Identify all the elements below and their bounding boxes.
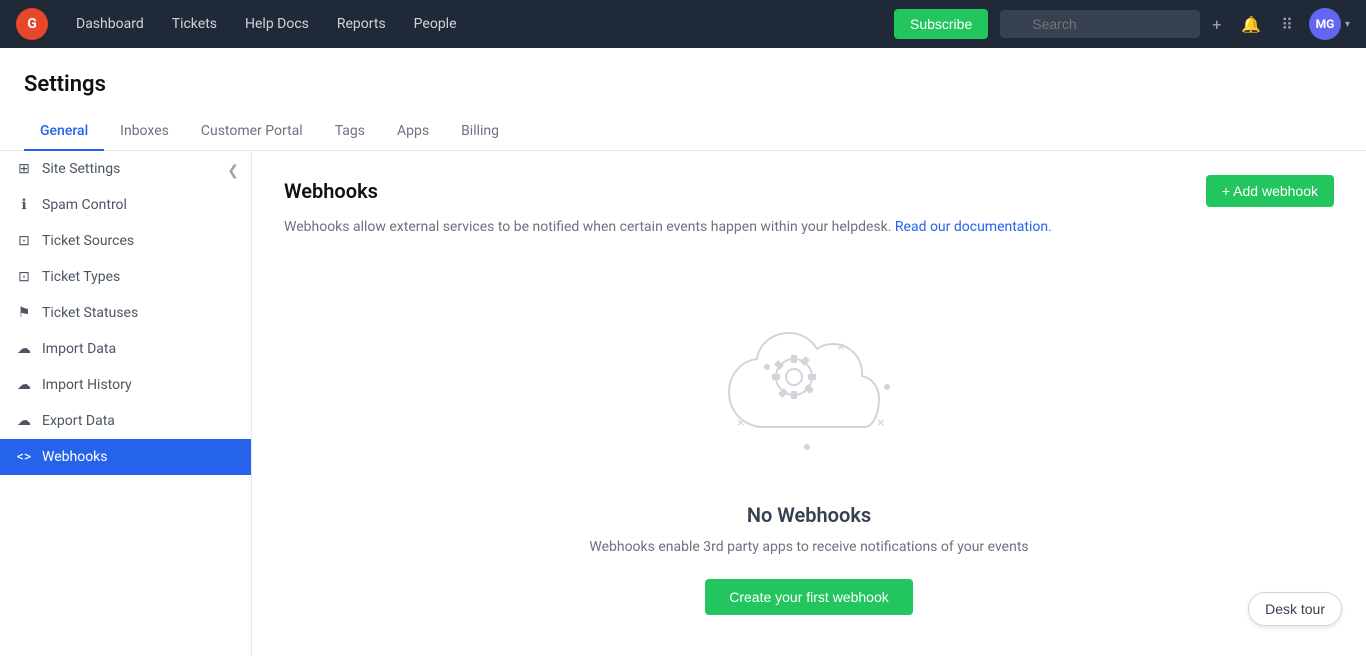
app-logo: G	[16, 8, 48, 40]
spam-control-icon: ℹ	[16, 197, 32, 213]
create-webhook-button[interactable]: Create your first webhook	[705, 579, 913, 615]
avatar[interactable]: MG	[1309, 8, 1341, 40]
tab-inboxes[interactable]: Inboxes	[104, 113, 185, 151]
tab-billing[interactable]: Billing	[445, 113, 515, 151]
sidebar: ❮ ⊞ Site Settings ℹ Spam Control ⊡ Ticke…	[0, 151, 252, 656]
tab-apps[interactable]: Apps	[381, 113, 445, 151]
empty-state: × × ×	[284, 259, 1334, 656]
sidebar-item-site-settings[interactable]: ⊞ Site Settings	[0, 151, 251, 187]
empty-title: No Webhooks	[747, 503, 871, 527]
site-settings-icon: ⊞	[16, 161, 32, 177]
nav-people[interactable]: People	[402, 10, 469, 38]
sidebar-item-import-history[interactable]: ☁ Import History	[0, 367, 251, 403]
grid-icon[interactable]: ⠿	[1273, 9, 1301, 40]
sidebar-label-spam-control: Spam Control	[42, 197, 127, 213]
sidebar-item-export-data[interactable]: ☁ Export Data	[0, 403, 251, 439]
ticket-statuses-icon: ⚑	[16, 305, 32, 321]
sidebar-item-import-data[interactable]: ☁ Import Data	[0, 331, 251, 367]
sidebar-item-webhooks[interactable]: <> Webhooks	[0, 439, 251, 475]
sidebar-label-ticket-sources: Ticket Sources	[42, 233, 134, 249]
page-header: Settings General Inboxes Customer Portal…	[0, 48, 1366, 151]
add-webhook-button[interactable]: + Add webhook	[1206, 175, 1334, 207]
desk-tour-button[interactable]: Desk tour	[1248, 592, 1342, 626]
section-title: Webhooks	[284, 179, 378, 203]
tab-tags[interactable]: Tags	[319, 113, 381, 151]
page-title: Settings	[24, 72, 1342, 97]
content-area: ❮ ⊞ Site Settings ℹ Spam Control ⊡ Ticke…	[0, 151, 1366, 656]
sidebar-label-webhooks: Webhooks	[42, 449, 108, 465]
search-input[interactable]	[1000, 10, 1200, 38]
search-wrapper: 🔍	[1000, 10, 1200, 38]
description-text: Webhooks allow external services to be n…	[284, 219, 1334, 235]
sidebar-label-import-data: Import Data	[42, 341, 116, 357]
sidebar-item-spam-control[interactable]: ℹ Spam Control	[0, 187, 251, 223]
sidebar-label-export-data: Export Data	[42, 413, 115, 429]
svg-text:×: ×	[837, 339, 844, 355]
import-history-icon: ☁	[16, 377, 32, 393]
nav-reports[interactable]: Reports	[325, 10, 398, 38]
sidebar-collapse-button[interactable]: ❮	[227, 163, 239, 179]
sidebar-item-ticket-sources[interactable]: ⊡ Ticket Sources	[0, 223, 251, 259]
webhooks-icon: <>	[16, 449, 32, 465]
settings-tabs: General Inboxes Customer Portal Tags App…	[24, 113, 1342, 150]
subscribe-button[interactable]: Subscribe	[894, 9, 988, 39]
cloud-illustration: × × ×	[709, 299, 909, 479]
main-content: Webhooks + Add webhook Webhooks allow ex…	[252, 151, 1366, 656]
import-data-icon: ☁	[16, 341, 32, 357]
main-content-header: Webhooks + Add webhook	[284, 175, 1334, 207]
sidebar-label-import-history: Import History	[42, 377, 132, 393]
sidebar-label-ticket-types: Ticket Types	[42, 269, 120, 285]
sidebar-item-ticket-statuses[interactable]: ⚑ Ticket Statuses	[0, 295, 251, 331]
nav-help-docs[interactable]: Help Docs	[233, 10, 321, 38]
tab-general[interactable]: General	[24, 113, 104, 151]
export-data-icon: ☁	[16, 413, 32, 429]
ticket-sources-icon: ⊡	[16, 233, 32, 249]
nav-tickets[interactable]: Tickets	[160, 10, 229, 38]
sidebar-label-ticket-statuses: Ticket Statuses	[42, 305, 138, 321]
documentation-link[interactable]: Read our documentation.	[895, 219, 1052, 235]
top-navigation: G Dashboard Tickets Help Docs Reports Pe…	[0, 0, 1366, 48]
ticket-types-icon: ⊡	[16, 269, 32, 285]
nav-dashboard[interactable]: Dashboard	[64, 10, 156, 38]
avatar-caret-icon[interactable]: ▾	[1345, 19, 1350, 30]
sidebar-item-ticket-types[interactable]: ⊡ Ticket Types	[0, 259, 251, 295]
sidebar-label-site-settings: Site Settings	[42, 161, 120, 177]
notifications-icon[interactable]: 🔔	[1233, 9, 1269, 40]
svg-text:×: ×	[877, 415, 884, 431]
add-icon[interactable]: +	[1204, 9, 1229, 40]
empty-description: Webhooks enable 3rd party apps to receiv…	[589, 539, 1028, 555]
tab-customer-portal[interactable]: Customer Portal	[185, 113, 319, 151]
